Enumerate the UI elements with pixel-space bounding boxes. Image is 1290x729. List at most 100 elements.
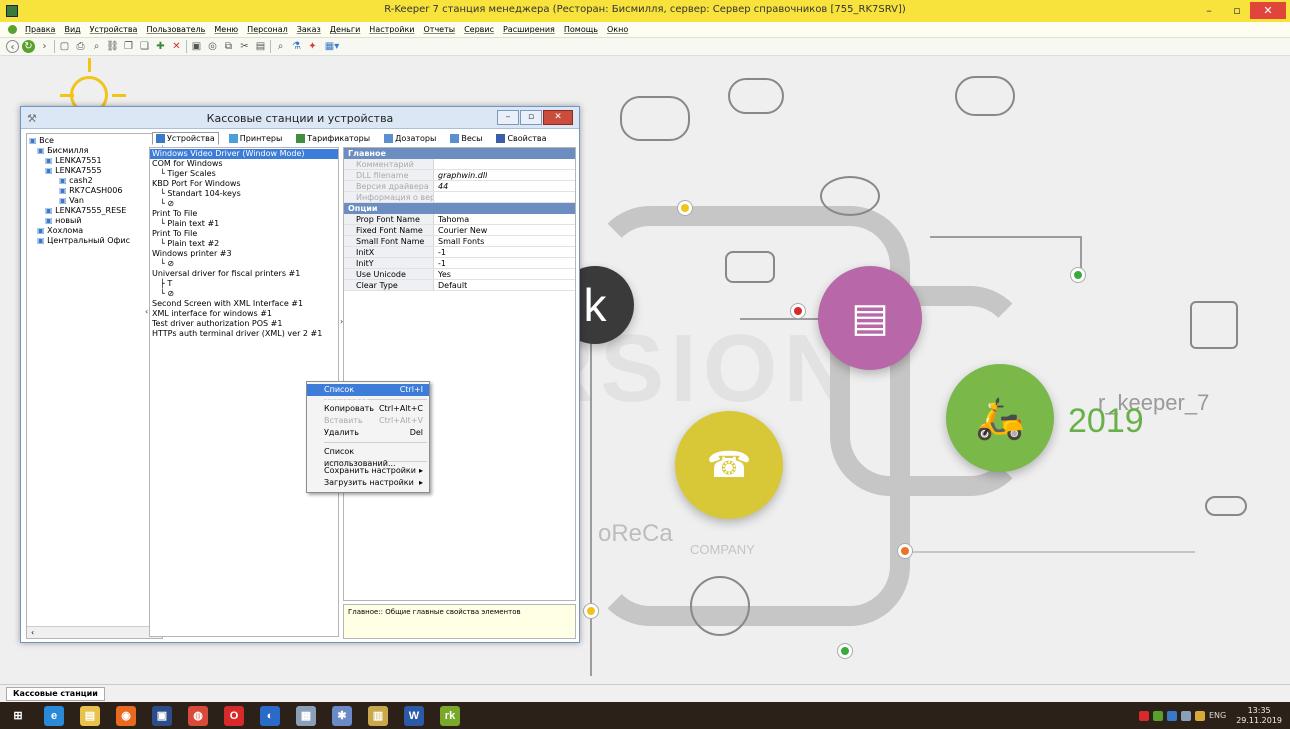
property-row[interactable]: DLL filename graphwin.dll	[344, 170, 575, 181]
property-grid[interactable]: Главное Комментарий DLL filename graphwin.d…	[343, 147, 576, 601]
document-icon[interactable]: ▤	[254, 40, 267, 53]
copy-icon[interactable]: ❐	[122, 40, 135, 53]
tree-node[interactable]: ▣ cash2	[27, 176, 162, 186]
dialog-close-button[interactable]: ✕	[543, 110, 573, 125]
device-row[interactable]: Print To File	[150, 209, 338, 219]
start-button[interactable]: ⊞	[0, 702, 36, 729]
device-row[interactable]: Second Screen with XML Interface #1	[150, 299, 338, 309]
tab-5[interactable]: Свойства	[492, 132, 550, 145]
menu-item[interactable]: Устройства	[90, 25, 138, 34]
options-icon[interactable]: ◎	[206, 40, 219, 53]
menu-item[interactable]: Настройки	[369, 25, 414, 34]
device-row[interactable]: Windows Video Driver (Window Mode)	[150, 149, 338, 159]
device-row[interactable]: XML interface for windows #1	[150, 309, 338, 319]
device-row[interactable]: └ ⊘	[150, 289, 338, 299]
calc-icon[interactable]: ▦	[288, 702, 324, 729]
tree-node[interactable]: ▣ Хохлома	[27, 226, 162, 236]
device-row[interactable]: Test driver authorization POS #1	[150, 319, 338, 329]
tab-3[interactable]: Дозаторы	[380, 132, 440, 145]
tree-node[interactable]: ▣ новый	[27, 216, 162, 226]
context-item[interactable]: Список использований...	[307, 446, 429, 468]
new-icon[interactable]: ▢	[58, 40, 71, 53]
property-row[interactable]: Use Unicode Yes	[344, 269, 575, 280]
menu-item[interactable]: Персонал	[247, 25, 288, 34]
tree-node[interactable]: ▣ LENKA7555	[27, 166, 162, 176]
menu-item[interactable]: Вид	[64, 25, 80, 34]
tree-node[interactable]: ▣ LENKA7551	[27, 156, 162, 166]
context-item[interactable]: Копировать Ctrl+Alt+C	[307, 403, 429, 415]
scroll-left-icon[interactable]: ‹	[31, 627, 34, 638]
forward-icon[interactable]: ›	[38, 40, 51, 53]
menu-item[interactable]: Пользователь	[146, 25, 205, 34]
add-icon[interactable]: ✚	[154, 40, 167, 53]
property-row[interactable]: Clear Type Default	[344, 280, 575, 291]
link-icon[interactable]: ⛓	[106, 40, 119, 53]
dialog-minimize-button[interactable]: –	[497, 110, 519, 125]
rk-icon[interactable]: rk	[432, 702, 468, 729]
tab-4[interactable]: Весы	[446, 132, 486, 145]
property-row[interactable]: Fixed Font Name Courier New	[344, 225, 575, 236]
menu-item[interactable]: Расширения	[503, 25, 555, 34]
tree-node[interactable]: ▣ LENKA7555_RESE	[27, 206, 162, 216]
volume-icon[interactable]	[1194, 710, 1205, 721]
tab-2[interactable]: Тарификаторы	[292, 132, 374, 145]
property-row[interactable]: Prop Font Name Tahoma	[344, 214, 575, 225]
language-indicator[interactable]: ENG	[1209, 711, 1226, 720]
property-value[interactable]: Small Fonts	[434, 236, 484, 246]
dialog-restore-button[interactable]: ▫	[520, 110, 542, 125]
tree-node[interactable]: ▣ Van	[27, 196, 162, 206]
device-row[interactable]: Windows printer #3	[150, 249, 338, 259]
save-icon[interactable]: ▣	[190, 40, 203, 53]
tray-app-icon[interactable]	[1152, 710, 1163, 721]
property-row[interactable]: Small Font Name Small Fonts	[344, 236, 575, 247]
menu-item[interactable]: Правка	[25, 25, 55, 34]
context-item[interactable]: Загрузить настройки ▸	[307, 477, 429, 489]
device-row[interactable]: COM for Windows	[150, 159, 338, 169]
refresh-icon[interactable]: ↻	[22, 40, 35, 53]
device-row[interactable]: └ Standart 104-keys	[150, 189, 338, 199]
property-value[interactable]: Default	[434, 280, 467, 290]
maximize-button[interactable]: ▫	[1224, 2, 1250, 19]
device-row[interactable]: └ ⊘	[150, 259, 338, 269]
context-item[interactable]: Удалить Del	[307, 427, 429, 439]
tree-hscrollbar[interactable]: ‹›	[27, 626, 162, 638]
menu-item[interactable]: Отчеты	[423, 25, 455, 34]
context-item[interactable]: Вставить Ctrl+Alt+V	[307, 415, 429, 427]
property-value[interactable]: 44	[434, 181, 448, 191]
print-icon[interactable]: ⎙	[74, 40, 87, 53]
device-row[interactable]: └ Plain text #1	[150, 219, 338, 229]
delete-icon[interactable]: ✕	[170, 40, 183, 53]
opera-icon[interactable]: O	[216, 702, 252, 729]
tree-node[interactable]: ▣ Все	[27, 136, 162, 146]
clock[interactable]: 13:35 29.11.2019	[1236, 706, 1282, 726]
property-value[interactable]: Courier New	[434, 225, 487, 235]
back-icon[interactable]: ‹	[6, 40, 19, 53]
explorer-icon[interactable]: ▤	[72, 702, 108, 729]
property-row[interactable]: Версия драйвера 44	[344, 181, 575, 192]
tree-node[interactable]: ▣ Бисмилля	[27, 146, 162, 156]
context-item[interactable]: Сохранить настройки ▸	[307, 465, 429, 477]
filter-icon[interactable]: ⚗	[290, 40, 303, 53]
property-row[interactable]: InitX -1	[344, 247, 575, 258]
app-gear-icon[interactable]: ✱	[324, 702, 360, 729]
menu-item[interactable]: Окно	[607, 25, 628, 34]
property-value[interactable]: -1	[434, 247, 446, 257]
search-icon[interactable]: ⌕	[274, 40, 287, 53]
save-app-icon[interactable]: ▣	[144, 702, 180, 729]
preview-icon[interactable]: ⌕	[90, 40, 103, 53]
property-category[interactable]: Главное	[344, 148, 575, 159]
app-blue-icon[interactable]: ◐	[252, 702, 288, 729]
chrome-icon[interactable]: ◍	[180, 702, 216, 729]
window-tab-stations[interactable]: Кассовые станции	[6, 687, 105, 701]
menu-item[interactable]: Деньги	[330, 25, 361, 34]
device-row[interactable]: └ ⊘	[150, 199, 338, 209]
grid-dropdown-icon[interactable]: ▦▾	[322, 40, 342, 53]
property-category[interactable]: Опции	[344, 203, 575, 214]
device-row[interactable]: └ Tiger Scales	[150, 169, 338, 179]
ie-icon[interactable]: e	[36, 702, 72, 729]
cut-icon[interactable]: ✂	[238, 40, 251, 53]
property-row[interactable]: InitY -1	[344, 258, 575, 269]
menu-item[interactable]: Помощь	[564, 25, 598, 34]
word-icon[interactable]: W	[396, 702, 432, 729]
kaspersky-icon[interactable]	[1138, 710, 1149, 721]
